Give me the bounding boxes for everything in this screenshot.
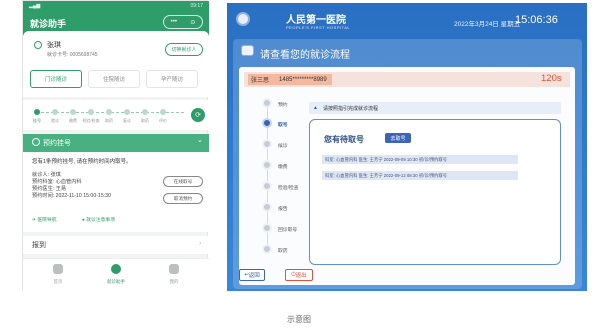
step-label: 报告	[278, 207, 288, 212]
step-label: 候诊	[278, 144, 288, 149]
detail-patient: 就诊人: 张琪	[32, 172, 61, 178]
step-dot	[262, 181, 272, 191]
checkin-row[interactable]	[23, 236, 209, 254]
notes-link-label: 就诊注意事项	[86, 218, 116, 223]
step-label: 缴费	[278, 165, 288, 170]
step-dot	[262, 244, 272, 254]
status-bar: ▂▄▆ 09:17	[29, 3, 203, 11]
patient-info: 张三思 1485*********8989	[248, 74, 332, 85]
progress-steps	[23, 100, 209, 130]
countdown-timer: 120s	[541, 73, 562, 84]
step-label-active: 取号	[278, 123, 288, 128]
chevron-right-icon: ›	[199, 240, 202, 247]
step-label: 检验/检查	[278, 186, 299, 191]
step-dot	[160, 109, 166, 115]
back-button[interactable]: ↩ 返回	[239, 269, 265, 281]
step-label: 复诊	[123, 118, 131, 123]
assistant-icon[interactable]	[111, 264, 121, 274]
step-label: 取药	[141, 118, 149, 123]
figure-caption: 示意图	[287, 315, 311, 324]
checkin-label: 报到	[32, 242, 46, 249]
step-label: 评价	[159, 118, 167, 123]
step-dot	[88, 109, 94, 115]
more-icon[interactable]: •••	[171, 19, 177, 25]
detail-doctor: 预约医生: 王易	[32, 186, 67, 192]
step-label: 就诊	[51, 118, 59, 123]
step-label: 缴费	[69, 118, 77, 123]
close-icon[interactable]: ⊙	[190, 19, 195, 26]
patient-card-number: 就诊卡号: 0005698745	[47, 52, 98, 58]
current-date: 2022年3月24日 星期五	[454, 21, 521, 28]
step-dot	[106, 109, 112, 115]
take-number-button[interactable]: 在线取号	[163, 176, 203, 187]
instruction-text: 请按照指引完成就诊流程	[322, 105, 378, 112]
detail-department: 预约科室: 心血管内科	[32, 179, 82, 185]
page-title: 就诊助手	[30, 19, 67, 29]
cancel-appointment-button[interactable]: 取消预约	[163, 193, 203, 204]
patient-name: 张琪	[47, 42, 61, 49]
tab-inpatient[interactable]: 住院随访	[88, 70, 140, 88]
chevron-down-icon[interactable]: ⌄	[197, 136, 203, 144]
status-time: 09:17	[190, 3, 203, 9]
step-label: 取药	[278, 249, 288, 254]
hospital-logo	[236, 12, 250, 26]
appointment-tip: 您有1条预约挂号, 请在预约时间内取号。	[32, 159, 132, 165]
pending-title: 您有待取号	[324, 135, 364, 144]
step-label: 取药	[105, 118, 113, 123]
exit-label: 退出	[295, 273, 307, 279]
tab-outpatient[interactable]: 门诊随诊	[30, 70, 82, 88]
step-dot	[262, 202, 272, 212]
clock-icon	[32, 138, 40, 146]
hospital-name: 人民第一医院	[286, 15, 346, 26]
profile-icon[interactable]	[169, 264, 179, 274]
patient-id: 1485*********8989	[279, 76, 327, 83]
current-time: 15:06:36	[515, 14, 558, 26]
user-icon	[34, 41, 42, 49]
navigation-link-label: 医院导航	[37, 218, 57, 223]
step-label: 回诊取号	[278, 228, 298, 233]
step-dot	[262, 139, 272, 149]
step-dot	[34, 109, 40, 115]
flow-heading: 请查看您的就诊流程	[260, 50, 350, 61]
mini-program-capsule[interactable]: ••• ⊙	[163, 15, 203, 29]
instruction-notice: ▲ 请按照指引完成就诊流程	[309, 102, 561, 114]
step-label: 检验/检查	[82, 118, 100, 123]
hospital-name-en: PEOPLE'S FIRST HOSPITAL	[286, 25, 351, 30]
switch-patient-button[interactable]: 切换就诊人	[165, 43, 203, 56]
tab-maternity[interactable]: 孕产随访	[146, 70, 198, 88]
take-number-button[interactable]: 去取号	[385, 133, 411, 143]
step-dot	[52, 109, 58, 115]
accordion-title: 预约挂号	[43, 140, 71, 147]
patient-name: 张三思	[251, 78, 270, 84]
appointment-record[interactable]: 科室: 心血管内科 医生: 王芳宁 2022-09-12 08:30 初/诊/预…	[322, 171, 518, 180]
navigation-link[interactable]: ✈ 医院导航	[32, 216, 57, 223]
step-label: 挂号	[33, 118, 41, 123]
robot-icon	[241, 45, 254, 56]
step-dot-active	[262, 118, 272, 128]
bottom-nav	[23, 258, 209, 290]
refresh-icon[interactable]: ⟳	[191, 108, 205, 122]
exit-button[interactable]: ⏻ 退出	[285, 269, 313, 281]
nav-profile-label[interactable]: 我的	[159, 279, 189, 285]
notes-link[interactable]: ● 就诊注意事项	[82, 216, 115, 223]
signal-icon: ▂▄▆	[29, 3, 41, 9]
triangle-icon: ▲	[313, 105, 318, 111]
nav-home-label[interactable]: 首页	[43, 279, 73, 285]
step-dot	[124, 109, 130, 115]
step-dot	[262, 160, 272, 170]
home-icon[interactable]	[53, 264, 63, 274]
appointment-record[interactable]: 科室: 心血管内科 医生: 王芳宁 2022-09-09 10:30 初/诊/预…	[322, 155, 518, 164]
detail-time: 预约时间: 2022-11-10 15:00-15:30	[32, 193, 111, 199]
step-dot	[262, 98, 272, 108]
back-label: 返回	[248, 273, 260, 279]
nav-assistant-label[interactable]: 就诊助手	[101, 279, 131, 285]
step-label: 预约	[278, 103, 288, 108]
step-dot	[70, 109, 76, 115]
step-dot	[142, 109, 148, 115]
step-dot	[262, 223, 272, 233]
